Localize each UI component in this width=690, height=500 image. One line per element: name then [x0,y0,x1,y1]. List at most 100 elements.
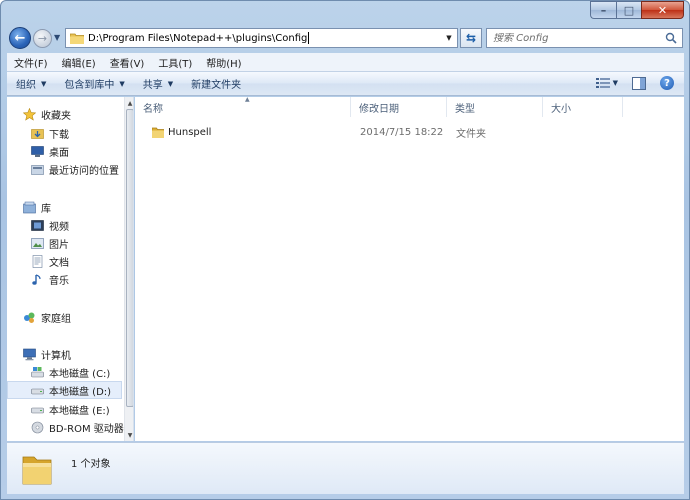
menu-tools[interactable]: 工具(T) [151,55,199,70]
nav-desktop[interactable]: 桌面 [7,142,122,160]
nav-downloads[interactable]: 下载 [7,124,122,142]
back-button[interactable]: ← [9,27,31,49]
preview-pane-icon[interactable] [632,76,646,90]
recent-places-icon [31,164,44,175]
nav-computer[interactable]: 计算机 [7,345,122,363]
chevron-down-icon: ▼ [41,79,47,88]
share-button[interactable]: 共享 ▼ [134,76,182,92]
column-type-label: 类型 [455,103,475,115]
navigation-pane: 收藏夹 下载 桌面 最近访问的位置 库 视频 图片 文档 音乐 家庭组 计算机 … [7,97,134,441]
nav-disk-d[interactable]: 本地磁盘 (D:) [7,381,122,399]
search-box[interactable] [486,28,683,48]
refresh-icon: ⇆ [465,31,477,45]
computer-icon [23,348,36,360]
include-library-label: 包含到库中 [64,80,115,91]
optical-drive-icon [31,421,44,433]
menu-help[interactable]: 帮助(H) [199,55,248,70]
column-header-size[interactable]: 大小 [543,97,623,117]
homegroup-icon [24,312,35,323]
address-bar[interactable]: D:\Program Files\Notepad++\plugins\Confi… [65,28,458,48]
maximize-button[interactable]: □ [616,1,641,19]
share-label: 共享 [142,80,163,91]
chevron-down-icon: ▼ [119,79,125,88]
nav-pictures[interactable]: 图片 [7,234,122,252]
nav-music[interactable]: 音乐 [7,270,122,288]
close-button[interactable]: ✕ [641,1,684,19]
address-dropdown-icon[interactable]: ▼ [441,29,457,47]
nav-scrollbar[interactable]: ▲ ▼ [124,97,133,441]
folder-icon [152,127,164,138]
nav-disk-d-label: 本地磁盘 (D:) [49,386,112,398]
menu-bar: 文件(F) 编辑(E) 查看(V) 工具(T) 帮助(H) [7,53,684,71]
menu-file[interactable]: 文件(F) [7,55,55,70]
text-caret [308,32,310,44]
library-icon [23,201,36,213]
organize-label: 组织 [16,80,36,91]
folder-icon [70,33,84,44]
refresh-button[interactable]: ⇆ [460,28,482,48]
forward-arrow-icon: → [37,32,48,45]
drive-icon [31,407,44,413]
folder-large-icon [22,456,52,485]
system-drive-icon [31,366,44,377]
nav-favorites[interactable]: 收藏夹 [7,105,122,123]
scroll-thumb[interactable] [126,109,133,407]
view-controls: ▼ ? [595,76,674,90]
music-icon [32,273,41,285]
help-glyph: ? [664,77,670,89]
menu-view[interactable]: 查看(V) [103,55,152,70]
nav-disk-c-label: 本地磁盘 (C:) [49,368,111,380]
nav-homegroup-label: 家庭组 [41,313,71,325]
column-header-type[interactable]: 类型 [447,97,543,117]
nav-documents-label: 文档 [49,257,69,269]
nav-disk-e-label: 本地磁盘 (E:) [49,405,110,417]
table-row[interactable]: Hunspell 2014/7/15 18:22 文件夹 [135,122,684,142]
nav-disk-e[interactable]: 本地磁盘 (E:) [7,400,122,418]
column-headers: 名称 ▲ 修改日期 类型 大小 [135,96,684,117]
nav-downloads-label: 下载 [49,129,69,141]
nav-documents[interactable]: 文档 [7,252,122,270]
video-icon [31,219,44,231]
nav-libraries[interactable]: 库 [7,198,122,216]
close-icon: ✕ [657,3,668,17]
minimize-button[interactable]: – [590,1,616,19]
file-list: 名称 ▲ 修改日期 类型 大小 Hunspell 2014/7/15 18:22 [135,96,684,441]
nav-computer-label: 计算机 [41,350,71,362]
new-folder-button[interactable]: 新建文件夹 [182,76,250,91]
star-icon [23,107,36,121]
download-folder-icon [31,128,44,139]
nav-homegroup[interactable]: 家庭组 [7,308,122,326]
view-dropdown-icon[interactable]: ▼ [613,79,618,87]
file-name-cell: Hunspell [135,127,360,138]
details-pane: 1 个对象 [7,442,684,494]
nav-disk-c[interactable]: 本地磁盘 (C:) [7,363,122,381]
menu-edit[interactable]: 编辑(E) [55,55,103,70]
nav-bd-rom[interactable]: BD-ROM 驱动器 [7,418,124,436]
address-path[interactable]: D:\Program Files\Notepad++\plugins\Confi… [88,33,307,44]
document-icon [32,254,43,268]
item-count: 1 个对象 [71,459,111,470]
nav-recent[interactable]: 最近访问的位置 [7,160,122,178]
recent-pages-dropdown[interactable]: ▼ [54,34,62,42]
include-library-button[interactable]: 包含到库中 ▼ [55,76,133,92]
search-input[interactable] [493,32,663,44]
search-icon[interactable] [665,32,677,44]
new-folder-label: 新建文件夹 [191,80,242,91]
help-icon[interactable]: ? [660,76,674,90]
nav-recent-label: 最近访问的位置 [49,165,119,177]
nav-favorites-label: 收藏夹 [41,110,71,122]
column-header-name[interactable]: 名称 ▲ [135,96,351,117]
column-header-modified[interactable]: 修改日期 [351,97,447,117]
nav-videos-label: 视频 [49,221,69,233]
view-options-icon[interactable] [595,77,610,89]
scroll-up-icon[interactable]: ▲ [125,97,133,109]
forward-button[interactable]: → [33,29,52,48]
nav-videos[interactable]: 视频 [7,216,122,234]
scroll-down-icon[interactable]: ▼ [125,429,133,441]
organize-button[interactable]: 组织 ▼ [7,76,55,92]
column-name-label: 名称 [143,103,163,115]
nav-pictures-label: 图片 [49,239,69,251]
nav-desktop-label: 桌面 [49,147,69,159]
file-name: Hunspell [168,126,212,138]
explorer-window: – □ ✕ ← → ▼ D:\Program Files\Notepad++\p… [0,0,690,500]
